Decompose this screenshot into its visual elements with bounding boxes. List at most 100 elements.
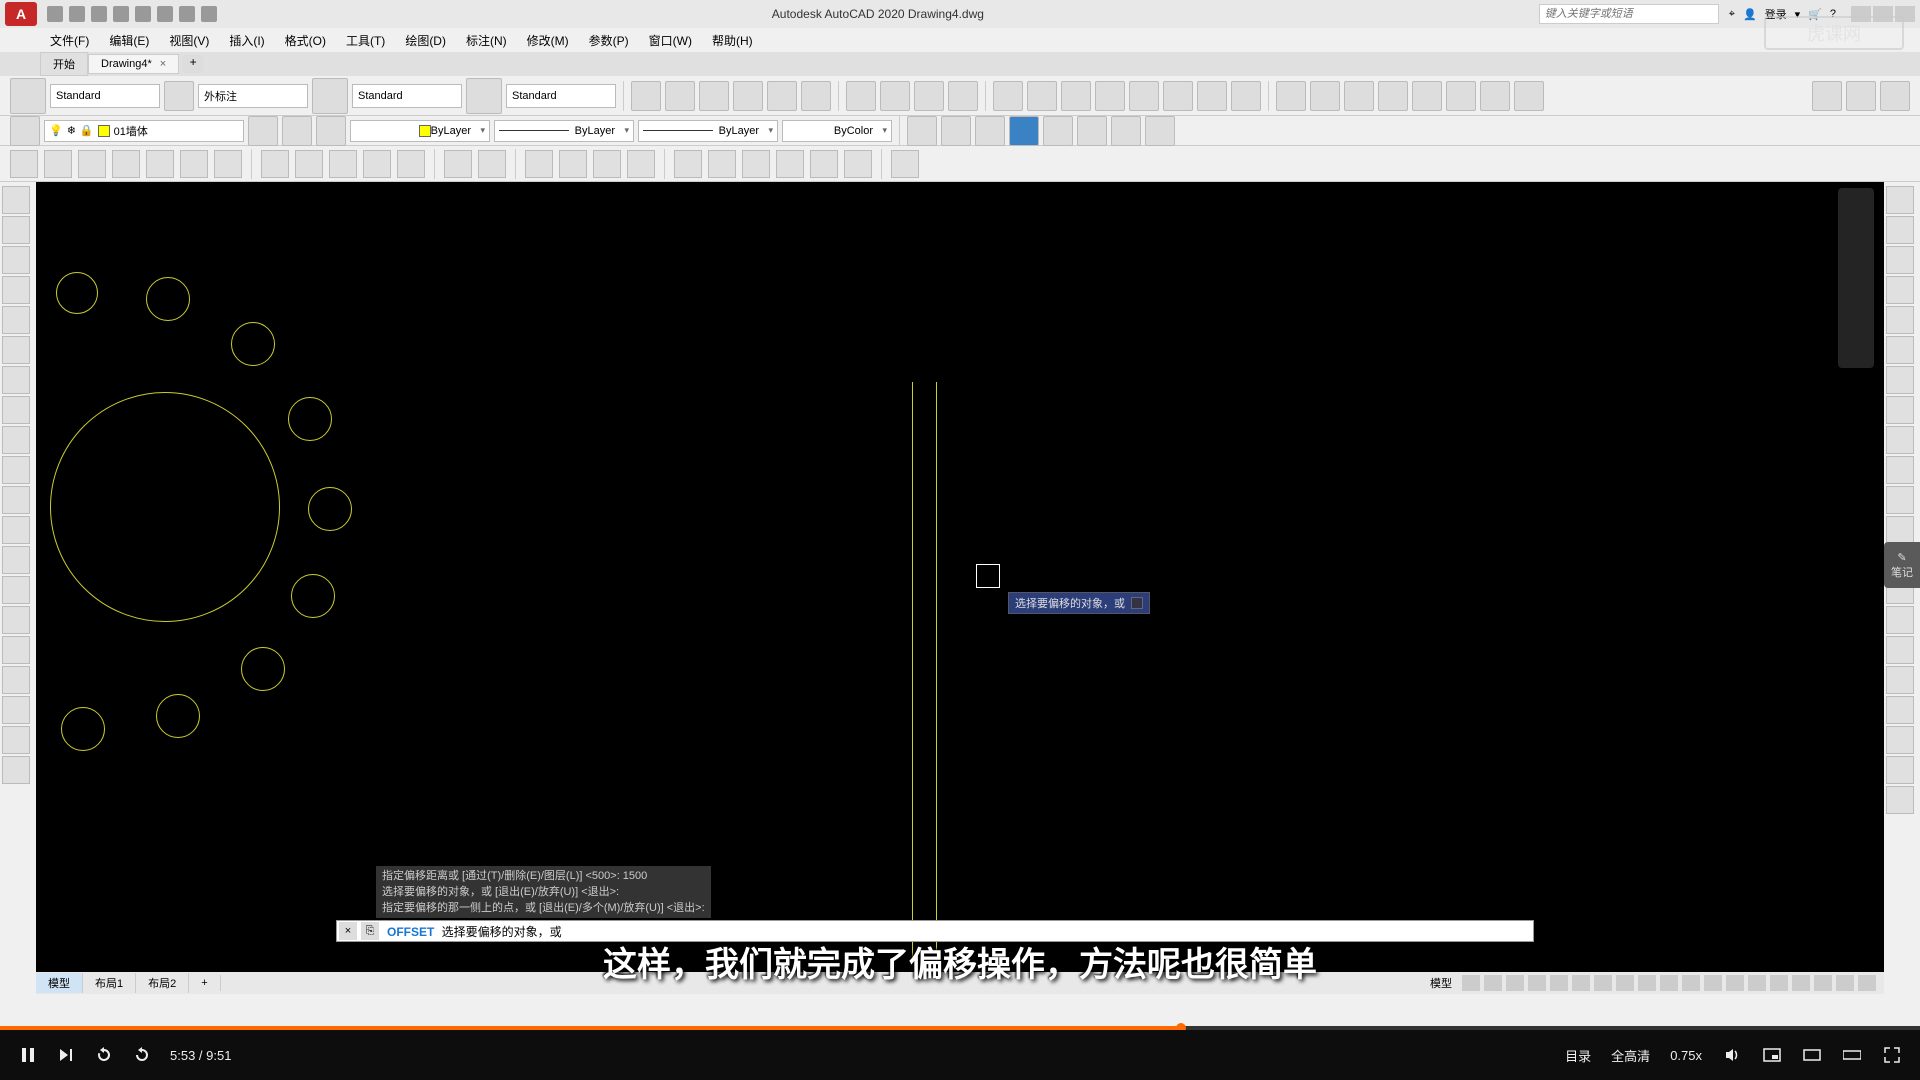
cloud-icon[interactable]	[135, 6, 151, 22]
ellarc-icon[interactable]	[2, 486, 30, 514]
new-icon[interactable]	[47, 6, 63, 22]
mtext-icon[interactable]	[2, 726, 30, 754]
redo-icon[interactable]	[201, 6, 217, 22]
copy-icon[interactable]	[295, 150, 323, 178]
status-ws-icon[interactable]	[1704, 975, 1722, 991]
menu-window[interactable]: 窗口(W)	[649, 32, 692, 49]
line-icon[interactable]	[2, 186, 30, 214]
circle-icon[interactable]	[2, 366, 30, 394]
xline-icon[interactable]	[2, 216, 30, 244]
fullscreen-icon[interactable]	[1882, 1045, 1902, 1065]
menu-draw[interactable]: 绘图(D)	[405, 32, 446, 49]
status-osnap-icon[interactable]	[1550, 975, 1568, 991]
infocenter-icon[interactable]: ⌖	[1729, 8, 1735, 21]
menu-insert[interactable]: 插入(I)	[229, 32, 264, 49]
group-icon-1[interactable]	[907, 116, 937, 146]
saveas-icon[interactable]	[113, 6, 129, 22]
redo-icon-2[interactable]	[478, 150, 506, 178]
status-annomonitor-icon[interactable]	[1726, 975, 1744, 991]
layer-icon-5[interactable]	[767, 81, 797, 111]
plot-icon-2[interactable]	[112, 150, 140, 178]
status-custom-icon[interactable]	[1858, 975, 1876, 991]
status-3dosnap-icon[interactable]	[1572, 975, 1590, 991]
paste-icon[interactable]	[329, 150, 357, 178]
color-dropdown[interactable]: ByLayer	[350, 120, 490, 142]
align-icon[interactable]	[1886, 696, 1914, 724]
tpalette-icon[interactable]	[742, 150, 770, 178]
next-button[interactable]	[56, 1045, 76, 1065]
group-icon-8[interactable]	[1145, 116, 1175, 146]
tab-drawing4[interactable]: Drawing4* ×	[88, 54, 179, 74]
point-icon[interactable]	[2, 576, 30, 604]
hatch-icon[interactable]	[2, 606, 30, 634]
replay-button[interactable]	[132, 1045, 152, 1065]
ellipse-icon[interactable]	[2, 456, 30, 484]
arc-icon[interactable]	[2, 336, 30, 364]
explode-icon[interactable]	[1886, 666, 1914, 694]
rectangle-icon[interactable]	[2, 306, 30, 334]
dim-ordinate-icon[interactable]	[1095, 81, 1125, 111]
table-style-icon[interactable]	[312, 78, 348, 114]
props-icon[interactable]	[674, 150, 702, 178]
undo-icon[interactable]	[179, 6, 195, 22]
gradient-icon[interactable]	[2, 636, 30, 664]
layer-icon-4[interactable]	[733, 81, 763, 111]
dim-tolerance-icon[interactable]	[1412, 81, 1442, 111]
lock-icon-4[interactable]	[948, 81, 978, 111]
tab-add-button[interactable]: +	[183, 55, 203, 73]
menu-dimension[interactable]: 标注(N)	[466, 32, 507, 49]
offset-icon[interactable]	[1886, 276, 1914, 304]
scale-icon[interactable]	[1886, 396, 1914, 424]
dim-aligned-icon[interactable]	[1027, 81, 1057, 111]
lock-icon-3[interactable]	[914, 81, 944, 111]
trim-icon[interactable]	[1886, 456, 1914, 484]
copy-obj-icon[interactable]	[1886, 216, 1914, 244]
dyn-dropdown-icon[interactable]	[1131, 597, 1143, 609]
measure-icon[interactable]	[1812, 81, 1842, 111]
rotate-icon[interactable]	[1886, 366, 1914, 394]
stretch-icon[interactable]	[1886, 426, 1914, 454]
status-snap-icon[interactable]	[1484, 975, 1502, 991]
layout-model[interactable]: 模型	[36, 973, 83, 993]
zoom-prev-icon[interactable]	[627, 150, 655, 178]
layer-icon-3[interactable]	[699, 81, 729, 111]
layer-props-icon[interactable]	[10, 116, 40, 146]
table-icon[interactable]	[2, 696, 30, 724]
array-icon[interactable]	[1886, 306, 1914, 334]
group-icon-3[interactable]	[975, 116, 1005, 146]
user-icon[interactable]: 👤	[1743, 8, 1757, 21]
move-icon[interactable]	[1886, 336, 1914, 364]
dcenter-icon[interactable]	[708, 150, 736, 178]
layer-state-icon[interactable]	[316, 116, 346, 146]
preview-icon[interactable]	[146, 150, 174, 178]
quality-button[interactable]: 全高清	[1611, 1046, 1650, 1065]
cmd-recent-icon[interactable]: ⎘	[361, 922, 379, 940]
status-cycling-icon[interactable]	[1660, 975, 1678, 991]
dim-continue-icon[interactable]	[1276, 81, 1306, 111]
dim-update-icon[interactable]	[1514, 81, 1544, 111]
status-qp-icon[interactable]	[1770, 975, 1788, 991]
dim-radius-icon[interactable]	[1129, 81, 1159, 111]
pan-icon[interactable]	[525, 150, 553, 178]
status-hw-icon[interactable]	[1814, 975, 1832, 991]
tab-close-icon[interactable]: ×	[160, 58, 166, 70]
toc-button[interactable]: 目录	[1565, 1046, 1591, 1065]
dim-linear-icon[interactable]	[993, 81, 1023, 111]
publish-icon[interactable]	[180, 150, 208, 178]
dim-style-icon[interactable]	[164, 81, 194, 111]
dim-angular-icon[interactable]	[1197, 81, 1227, 111]
group-icon-4[interactable]	[1009, 116, 1039, 146]
spline-icon[interactable]	[2, 426, 30, 454]
menu-param[interactable]: 参数(P)	[589, 32, 629, 49]
text-style-icon[interactable]	[10, 78, 46, 114]
layer-icon-1[interactable]	[631, 81, 661, 111]
linetype-dropdown[interactable]: ByLayer	[494, 120, 634, 142]
qcalc-icon[interactable]	[844, 150, 872, 178]
addsel-icon[interactable]	[2, 756, 30, 784]
blend-icon[interactable]	[1886, 636, 1914, 664]
menu-edit[interactable]: 编辑(E)	[109, 32, 149, 49]
help-icon-2[interactable]	[891, 150, 919, 178]
zoom-win-icon[interactable]	[593, 150, 621, 178]
erase-icon[interactable]	[1886, 186, 1914, 214]
text-style-dropdown[interactable]: Standard	[50, 84, 160, 108]
